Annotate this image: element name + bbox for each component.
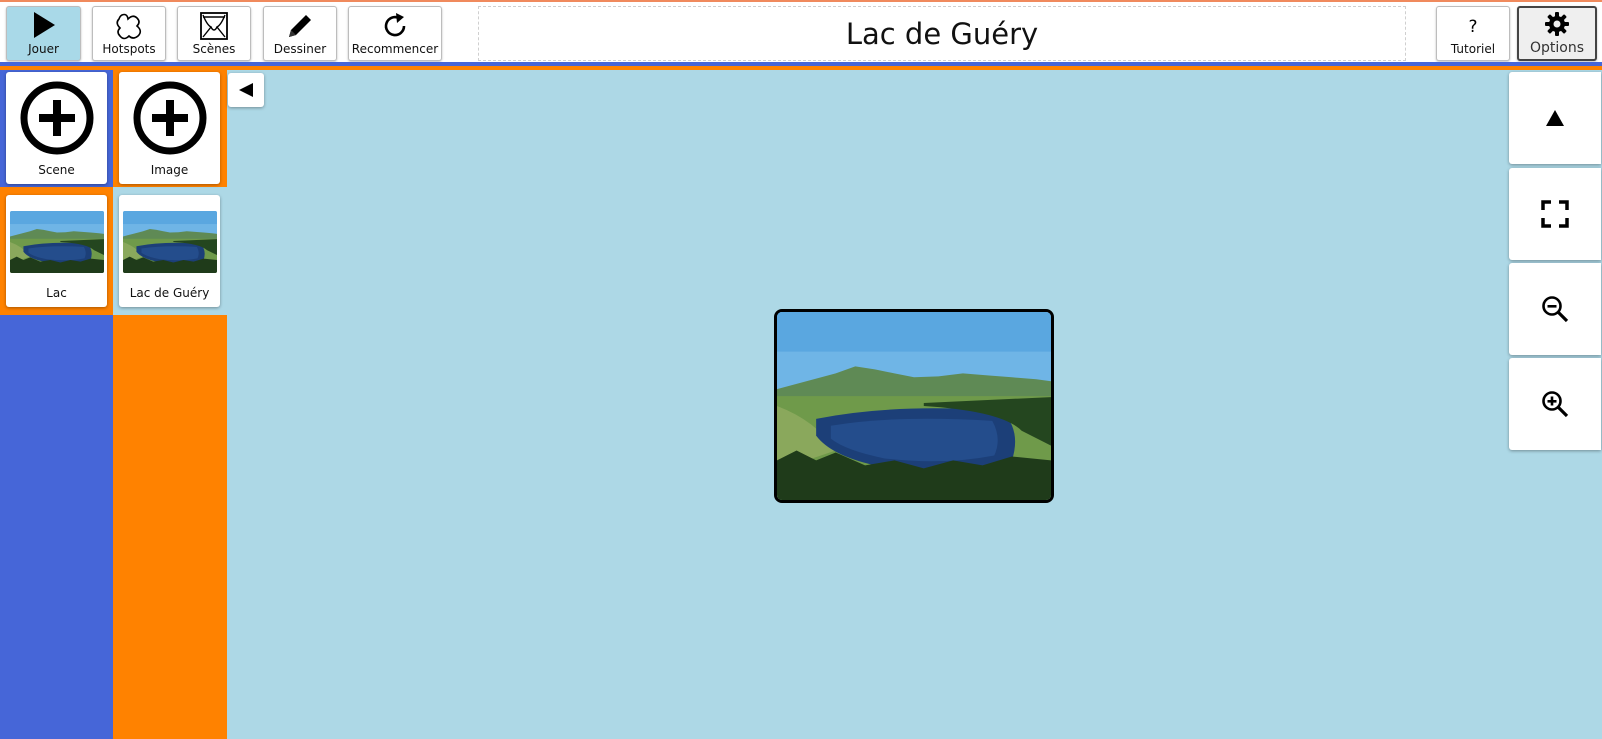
triangle-up-icon [1546, 110, 1564, 126]
tutorial-button-label: Tutoriel [1450, 42, 1496, 56]
hotspot-shape-icon [113, 11, 145, 48]
lake-landscape-image[interactable] [774, 309, 1054, 503]
play-button[interactable]: Jouer [6, 6, 81, 61]
project-title: Lac de Guéry [845, 16, 1039, 51]
options-button-label: Options [1529, 40, 1585, 56]
tutorial-button[interactable]: ? Tutoriel [1436, 6, 1510, 61]
add-circle-icon [132, 80, 208, 161]
theater-curtain-icon [199, 11, 229, 46]
image-item[interactable]: Lac de Guéry [119, 195, 220, 307]
add-image-card[interactable]: Image [119, 72, 220, 184]
scenes-button[interactable]: Scènes [177, 6, 251, 61]
gear-icon [1544, 11, 1570, 42]
scene-item-label: Lac [46, 286, 67, 300]
collapse-panel-button[interactable] [228, 73, 264, 107]
play-icon [31, 11, 57, 44]
image-item-label: Lac de Guéry [129, 286, 210, 300]
help-icon: ? [1468, 17, 1478, 37]
play-button-label: Jouer [28, 42, 59, 56]
refresh-icon [380, 11, 410, 46]
scene-thumbnail-image [10, 211, 104, 273]
triangle-left-icon [239, 83, 253, 97]
restart-button[interactable]: Recommencer [348, 6, 442, 61]
zoom-out-button[interactable] [1509, 263, 1601, 355]
add-circle-icon [19, 80, 95, 161]
add-scene-card[interactable]: Scene [6, 72, 107, 184]
add-image-label: Image [150, 163, 189, 177]
scene-item[interactable]: Lac [6, 195, 107, 307]
pencil-icon [285, 11, 315, 46]
zoom-out-icon [1542, 296, 1569, 323]
app-root: Jouer Hotspots Scènes Dessiner Recommenc… [0, 0, 1602, 739]
zoom-in-icon [1542, 391, 1569, 418]
top-toolbar: Jouer Hotspots Scènes Dessiner Recommenc… [0, 0, 1602, 62]
fullscreen-button[interactable] [1509, 168, 1601, 260]
move-up-button[interactable] [1509, 72, 1601, 164]
project-title-box[interactable]: Lac de Guéry [478, 6, 1406, 61]
zoom-in-button[interactable] [1509, 358, 1601, 450]
draw-button[interactable]: Dessiner [263, 6, 337, 61]
image-thumbnail [123, 211, 217, 273]
add-scene-label: Scene [38, 163, 75, 177]
fullscreen-icon [1541, 200, 1569, 228]
hotspots-button[interactable]: Hotspots [92, 6, 166, 61]
options-button[interactable]: Options [1517, 6, 1597, 61]
